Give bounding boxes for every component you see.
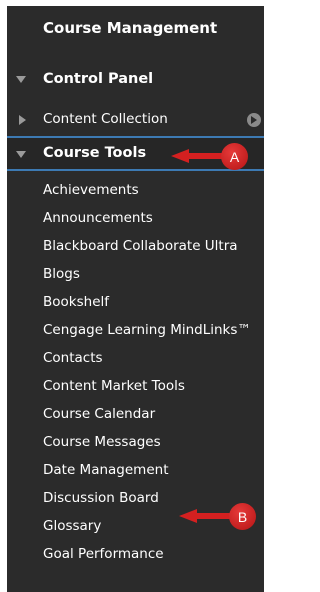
content-collection-item[interactable]: Content Collection <box>7 106 264 134</box>
caret-right-icon <box>19 115 26 125</box>
tool-item-goal-performance[interactable]: Goal Performance <box>43 540 264 568</box>
tool-item-bookshelf[interactable]: Bookshelf <box>43 288 264 316</box>
tool-item-course-calendar[interactable]: Course Calendar <box>43 400 264 428</box>
tool-item-achievements[interactable]: Achievements <box>43 176 264 204</box>
tool-item-date-management[interactable]: Date Management <box>43 456 264 484</box>
caret-down-icon <box>16 76 26 83</box>
content-collection-label: Content Collection <box>43 111 168 127</box>
course-tools-label: Course Tools <box>43 145 147 161</box>
course-management-panel: Course Management Control Panel Content … <box>7 6 264 592</box>
circle-arrow-right-icon[interactable] <box>247 113 261 127</box>
control-panel-header[interactable]: Control Panel <box>7 65 264 93</box>
control-panel-label: Control Panel <box>43 71 154 87</box>
tool-item-blackboard-collaborate-ultra[interactable]: Blackboard Collaborate Ultra <box>43 232 264 260</box>
tool-item-announcements[interactable]: Announcements <box>43 204 264 232</box>
tool-item-course-messages[interactable]: Course Messages <box>43 428 264 456</box>
annotation-badge-b: B <box>229 503 256 530</box>
tool-item-cengage-mindlinks[interactable]: Cengage Learning MindLinks™ <box>43 316 264 344</box>
caret-down-icon <box>16 151 26 158</box>
tool-item-content-market-tools[interactable]: Content Market Tools <box>43 372 264 400</box>
tool-item-contacts[interactable]: Contacts <box>43 344 264 372</box>
tool-item-blogs[interactable]: Blogs <box>43 260 264 288</box>
arrow-shaft <box>187 153 225 159</box>
arrow-shaft <box>195 513 233 519</box>
panel-title: Course Management <box>43 19 218 37</box>
annotation-badge-a: A <box>221 143 248 170</box>
